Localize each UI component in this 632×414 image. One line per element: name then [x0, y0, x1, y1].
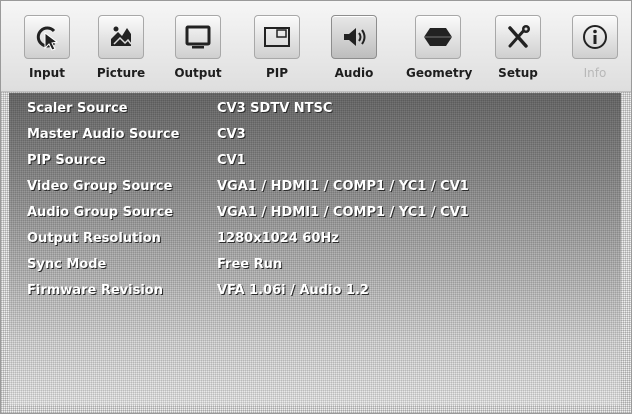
status-value: VGA1 / HDMI1 / COMP1 / YC1 / CV1: [217, 179, 469, 194]
toolbar-item-picture[interactable]: Picture: [89, 15, 153, 87]
status-row: Output Resolution 1280x1024 60Hz: [27, 231, 607, 257]
status-key: Sync Mode: [27, 257, 107, 272]
status-value: Free Run: [217, 257, 283, 272]
toolbar-label-geometry: Geometry: [406, 66, 473, 80]
status-value: VFA 1.06i / Audio 1.2: [217, 283, 369, 298]
status-key: Master Audio Source: [27, 127, 180, 142]
toolbar-item-pip[interactable]: PIP: [245, 15, 309, 87]
status-value: CV3: [217, 127, 246, 142]
toolbar-label-pip: PIP: [265, 66, 289, 80]
tools-icon: [495, 15, 541, 59]
status-row: Scaler Source CV3 SDTV NTSC: [27, 101, 607, 127]
status-row: PIP Source CV1: [27, 153, 607, 179]
toolbar-item-output[interactable]: Output: [166, 15, 230, 87]
toolbar-label-info: Info: [583, 66, 607, 80]
status-key: Audio Group Source: [27, 205, 174, 220]
status-value: VGA1 / HDMI1 / COMP1 / YC1 / CV1: [217, 205, 469, 220]
main-toolbar: Input Picture Output PIP Audio Geometry …: [1, 1, 631, 92]
status-row: Sync Mode Free Run: [27, 257, 607, 283]
osd-window: Input Picture Output PIP Audio Geometry …: [0, 0, 632, 414]
toolbar-label-input: Input: [29, 66, 65, 80]
toolbar-label-picture: Picture: [96, 66, 146, 80]
toolbar-item-input[interactable]: Input: [15, 15, 79, 87]
status-key: Firmware Revision: [27, 283, 163, 298]
toolbar-item-geometry[interactable]: Geometry: [406, 15, 473, 87]
speaker-icon: [331, 15, 377, 59]
status-row: Firmware Revision VFA 1.06i / Audio 1.2: [27, 283, 607, 309]
input-cursor-icon: [24, 15, 70, 59]
toolbar-label-output: Output: [174, 66, 222, 80]
toolbar-item-audio[interactable]: Audio: [322, 15, 386, 87]
status-key: PIP Source: [27, 153, 106, 168]
toolbar-item-setup[interactable]: Setup: [486, 15, 550, 87]
status-key: Scaler Source: [27, 101, 128, 116]
status-row: Master Audio Source CV3: [27, 127, 607, 153]
status-value: 1280x1024 60Hz: [217, 231, 339, 246]
status-row: Audio Group Source VGA1 / HDMI1 / COMP1 …: [27, 205, 607, 231]
status-panel: Scaler Source CV3 SDTV NTSC Master Audio…: [9, 93, 621, 405]
toolbar-label-audio: Audio: [334, 66, 374, 80]
pip-icon: [254, 15, 300, 59]
toolbar-label-setup: Setup: [498, 66, 538, 80]
status-key: Output Resolution: [27, 231, 161, 246]
toolbar-item-info[interactable]: Info: [563, 15, 627, 87]
info-icon: [572, 15, 618, 59]
status-value: CV3 SDTV NTSC: [217, 101, 333, 116]
picture-icon: [98, 15, 144, 59]
monitor-icon: [175, 15, 221, 59]
status-key: Video Group Source: [27, 179, 173, 194]
status-value: CV1: [217, 153, 246, 168]
status-row: Video Group Source VGA1 / HDMI1 / COMP1 …: [27, 179, 607, 205]
geometry-icon: [415, 15, 461, 59]
